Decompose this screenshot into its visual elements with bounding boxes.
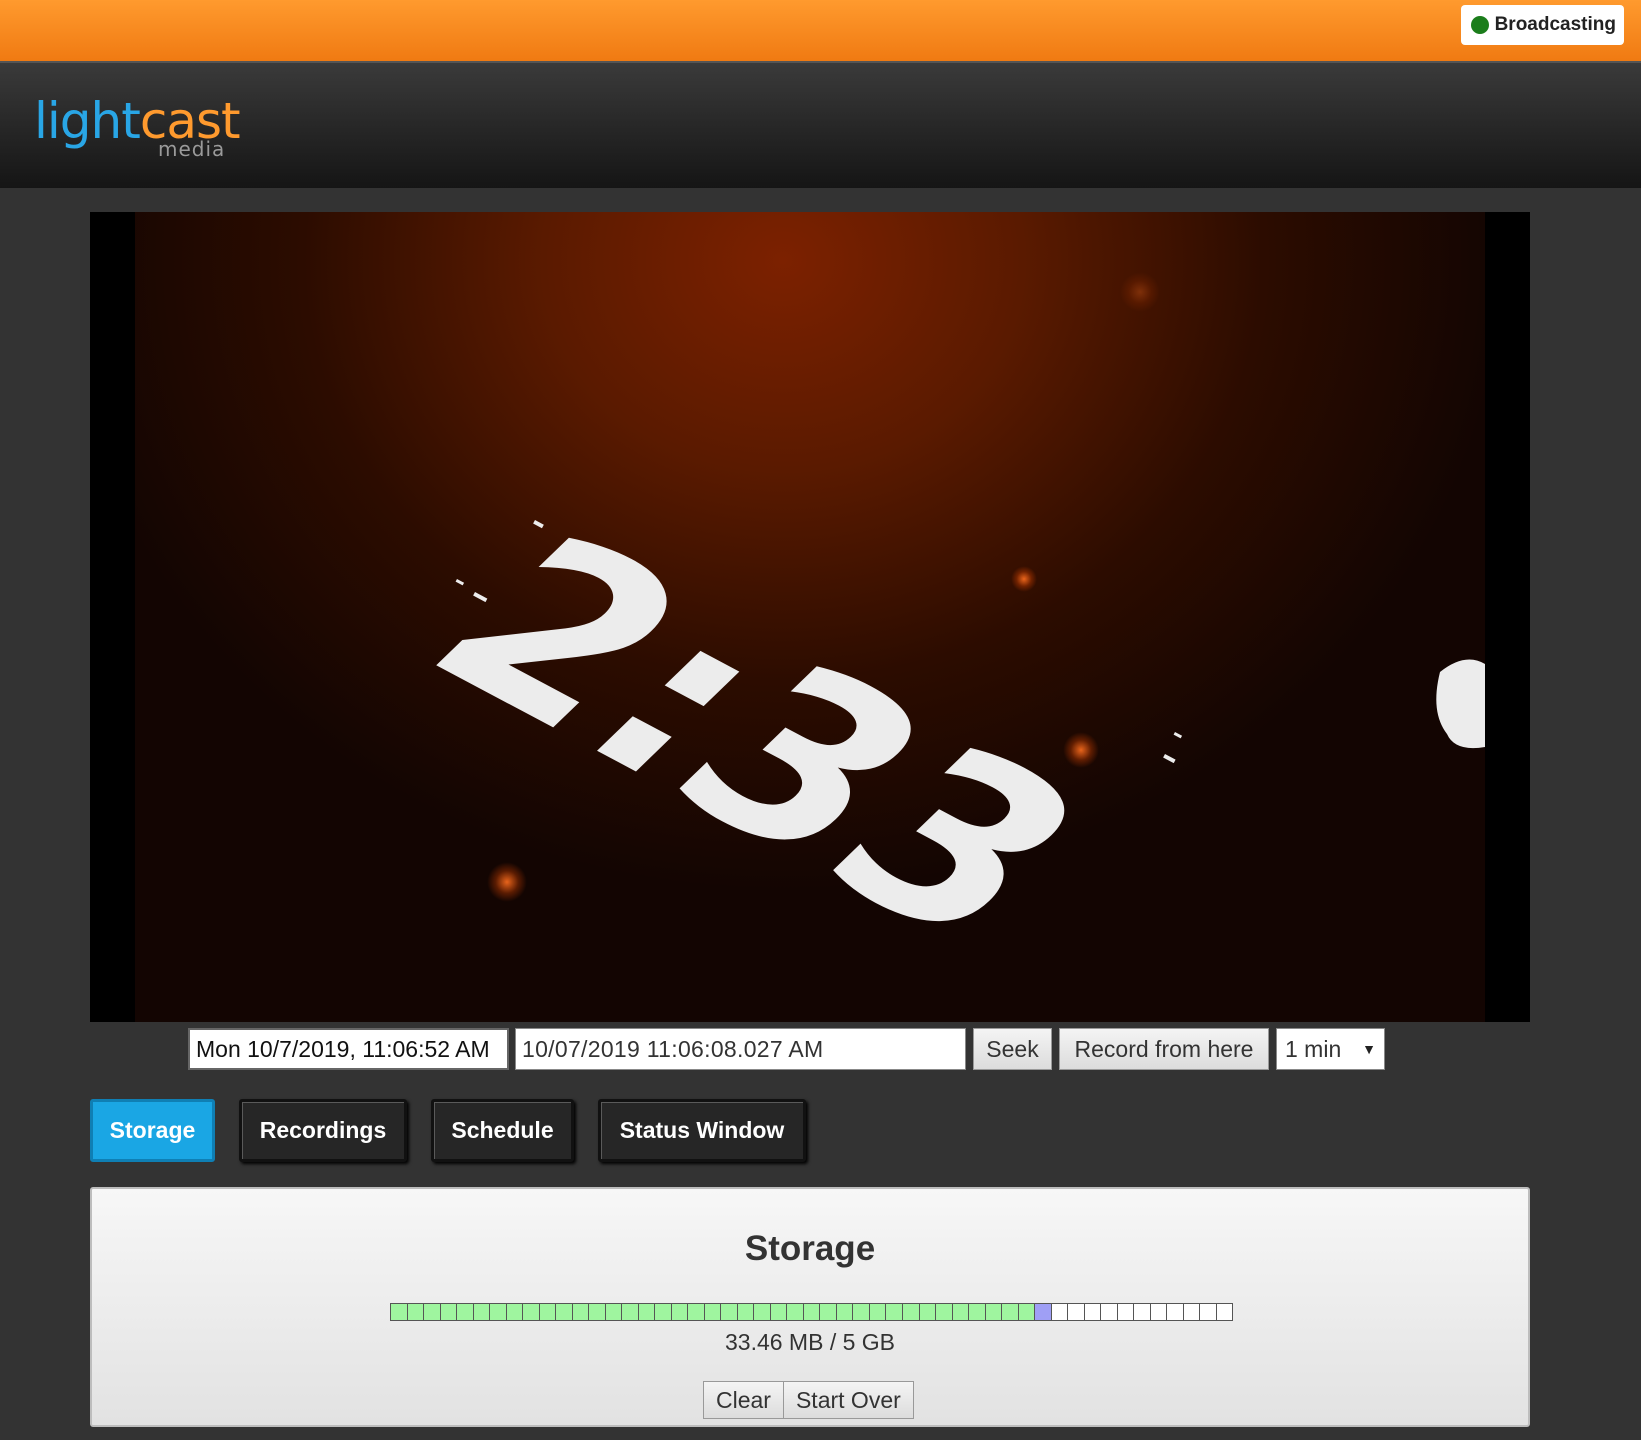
storage-segment-free [1117, 1304, 1135, 1320]
storage-segment-used [539, 1304, 557, 1320]
storage-segment-used [803, 1304, 821, 1320]
storage-segment-used [902, 1304, 920, 1320]
storage-segment-used [622, 1304, 639, 1320]
storage-segment-used [787, 1304, 804, 1320]
storage-segment-free [1068, 1304, 1085, 1320]
storage-segment-used [853, 1304, 870, 1320]
storage-segment-used [572, 1304, 590, 1320]
seek-time-input[interactable]: 10/07/2019 11:06:08.027 AM [515, 1028, 966, 1070]
storage-segment-used [605, 1304, 623, 1320]
duration-selected-value: 1 min [1285, 1035, 1342, 1062]
storage-segment-used [985, 1304, 1003, 1320]
storage-segment-used [556, 1304, 573, 1320]
storage-segment-used [688, 1304, 705, 1320]
storage-segment-free [1200, 1304, 1217, 1320]
dropdown-caret-icon: ▼ [1362, 1041, 1376, 1057]
video-overlay-text: 2:33 [374, 487, 1143, 991]
storage-segment-used [721, 1304, 738, 1320]
storage-segment-free [1183, 1304, 1201, 1320]
duration-select[interactable]: 1 min ▼ [1276, 1028, 1385, 1070]
storage-usage-text: 33.46 MB / 5 GB [724, 1329, 896, 1355]
storage-segment-used [391, 1304, 408, 1320]
storage-segment-used [523, 1304, 540, 1320]
storage-segment-used [1002, 1304, 1019, 1320]
video-content-graphic: 2:33 [374, 487, 1485, 991]
storage-segment-used [457, 1304, 474, 1320]
storage-segment-used [506, 1304, 524, 1320]
storage-segment-free [1134, 1304, 1151, 1320]
lightcast-logo[interactable]: lightcast media [34, 93, 254, 163]
video-frame: 2:33 [135, 212, 1485, 1022]
tab-recordings[interactable]: Recordings [239, 1099, 407, 1162]
tab-schedule[interactable]: Schedule [431, 1099, 574, 1162]
storage-panel: Storage 33.46 MB / 5 GB Clear Start Over [90, 1187, 1530, 1427]
storage-title: Storage [744, 1229, 876, 1268]
storage-segment-current [1035, 1304, 1052, 1320]
storage-segment-used [886, 1304, 903, 1320]
storage-segment-free [1051, 1304, 1069, 1320]
seek-button[interactable]: Seek [973, 1028, 1052, 1070]
status-dot-icon [1470, 16, 1489, 34]
storage-segment-used [440, 1304, 458, 1320]
storage-segment-free [1150, 1304, 1168, 1320]
storage-segment-free [1216, 1304, 1233, 1320]
storage-segment-used [1018, 1304, 1036, 1320]
storage-segment-used [407, 1304, 425, 1320]
storage-actions: Clear Start Over [703, 1381, 914, 1419]
start-over-button[interactable]: Start Over [783, 1381, 914, 1419]
header: lightcast media [0, 61, 1641, 188]
storage-segment-used [589, 1304, 606, 1320]
record-from-here-button[interactable]: Record from here [1059, 1028, 1269, 1070]
clear-button[interactable]: Clear [703, 1381, 784, 1419]
storage-segment-used [952, 1304, 970, 1320]
storage-segment-used [936, 1304, 953, 1320]
storage-segment-used [671, 1304, 689, 1320]
current-time-display: Mon 10/7/2019, 11:06:52 AM [188, 1028, 509, 1070]
storage-segment-used [820, 1304, 837, 1320]
tab-storage[interactable]: Storage [90, 1099, 215, 1162]
storage-segment-used [655, 1304, 672, 1320]
logo-subtext: media [158, 137, 226, 161]
tab-status-window[interactable]: Status Window [598, 1099, 806, 1162]
storage-segment-used [836, 1304, 854, 1320]
storage-segment-used [490, 1304, 507, 1320]
storage-segment-free [1101, 1304, 1118, 1320]
storage-segment-used [704, 1304, 722, 1320]
storage-segment-used [869, 1304, 887, 1320]
storage-segment-used [737, 1304, 755, 1320]
logo-text-light: light [34, 92, 141, 150]
storage-segment-free [1084, 1304, 1102, 1320]
storage-segment-used [919, 1304, 937, 1320]
storage-segment-used [969, 1304, 986, 1320]
storage-segment-used [754, 1304, 771, 1320]
storage-segment-used [638, 1304, 656, 1320]
top-bar: Broadcasting [0, 0, 1641, 61]
storage-segment-used [424, 1304, 441, 1320]
playback-controls: Mon 10/7/2019, 11:06:52 AM 10/07/2019 11… [0, 1028, 1641, 1072]
broadcast-status-badge: Broadcasting [1460, 5, 1624, 45]
storage-segment-used [770, 1304, 788, 1320]
storage-segment-free [1167, 1304, 1184, 1320]
storage-segment-used [473, 1304, 491, 1320]
status-label: Broadcasting [1494, 14, 1616, 35]
video-player[interactable]: 2:33 [90, 212, 1530, 1022]
storage-usage-bar [390, 1303, 1233, 1321]
